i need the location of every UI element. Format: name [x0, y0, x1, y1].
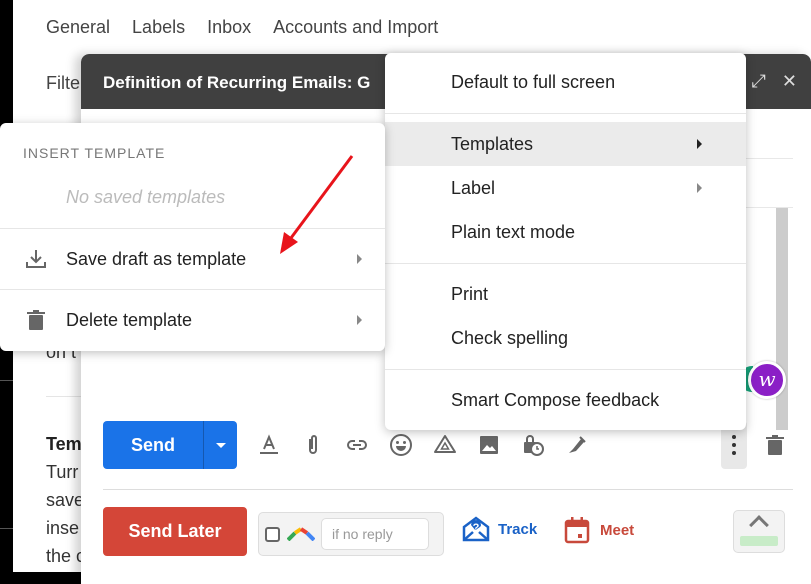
menu-divider	[385, 263, 746, 264]
extension-badge-icon[interactable]: w	[748, 361, 786, 399]
calendar-icon	[564, 517, 590, 544]
background-text: inse	[46, 518, 80, 538]
menu-item-label: Check spelling	[451, 327, 569, 348]
signature-icon[interactable]	[565, 433, 589, 457]
background-text: save	[46, 490, 85, 510]
chevron-up-icon	[749, 515, 769, 535]
drive-icon[interactable]	[433, 433, 457, 457]
insert-template-heading: INSERT TEMPLATE	[23, 145, 166, 161]
menu-item-label-submenu[interactable]: Label	[385, 166, 746, 210]
trash-icon	[27, 310, 45, 330]
tab-general[interactable]: General	[46, 17, 110, 38]
if-no-reply-checkbox[interactable]	[265, 526, 280, 542]
chevron-down-icon	[215, 442, 226, 448]
expand-panel-button[interactable]	[733, 510, 785, 553]
background-text: the c	[46, 546, 86, 566]
background-heading: Tem	[46, 434, 82, 454]
discard-draft-icon[interactable]	[763, 433, 787, 457]
more-options-menu: Default to full screen Templates Label P…	[385, 53, 746, 430]
templates-submenu: INSERT TEMPLATE No saved templates Save …	[0, 123, 385, 351]
menu-item-check-spelling[interactable]: Check spelling	[385, 316, 746, 360]
menu-item-plain-text-mode[interactable]: Plain text mode	[385, 210, 746, 254]
menu-item-label: Smart Compose feedback	[451, 389, 660, 410]
menu-item-smart-compose-feedback[interactable]: Smart Compose feedback	[385, 378, 746, 422]
submenu-arrow-icon	[357, 254, 362, 264]
settings-tabs: General Labels Inbox Accounts and Import	[46, 17, 438, 38]
compose-title: Definition of Recurring Emails: G	[103, 73, 371, 92]
menu-item-label: Templates	[451, 133, 534, 154]
menu-divider	[385, 369, 746, 370]
send-options-button[interactable]	[203, 421, 237, 469]
tab-labels[interactable]: Labels	[132, 17, 185, 38]
progress-bar	[740, 536, 778, 546]
menu-item-label: Default to full screen	[451, 71, 616, 92]
menu-item-label: Plain text mode	[451, 221, 576, 242]
menu-item-save-draft-as-template[interactable]: Save draft as template	[0, 229, 385, 289]
boomerang-if-no-reply: if no reply	[258, 512, 444, 556]
track-label: Track	[498, 520, 538, 538]
submenu-arrow-icon	[357, 315, 362, 325]
format-text-icon[interactable]	[257, 433, 281, 457]
link-icon[interactable]	[345, 433, 369, 457]
photo-icon[interactable]	[477, 433, 501, 457]
menu-item-label: Delete template	[66, 309, 193, 330]
emoji-icon[interactable]	[389, 433, 413, 457]
menu-item-print[interactable]: Print	[385, 272, 746, 316]
expand-icon[interactable]: ⤢	[752, 71, 766, 92]
track-envelope-icon: ?	[462, 516, 490, 542]
svg-text:?: ?	[473, 522, 480, 534]
send-later-button[interactable]: Send Later	[103, 507, 247, 556]
meet-label: Meet	[600, 521, 635, 539]
if-no-reply-input[interactable]: if no reply	[321, 518, 429, 550]
attach-icon[interactable]	[301, 433, 325, 457]
toolbar-divider	[103, 489, 793, 490]
menu-item-delete-template[interactable]: Delete template	[0, 290, 385, 350]
meet-button[interactable]: Meet	[564, 516, 634, 544]
boomerang-icon	[287, 527, 315, 541]
confidential-mode-icon[interactable]	[521, 433, 545, 457]
menu-item-default-full-screen[interactable]: Default to full screen	[385, 60, 746, 104]
left-edge-divider	[0, 528, 13, 529]
scrollbar[interactable]	[776, 208, 788, 430]
tab-inbox[interactable]: Inbox	[207, 17, 251, 38]
no-templates-text: No saved templates	[66, 187, 226, 207]
close-icon[interactable]: ✕	[782, 71, 797, 92]
menu-item-label: Save draft as template	[66, 248, 247, 269]
track-button[interactable]: ? Track	[462, 516, 537, 542]
left-edge-divider	[0, 380, 13, 381]
menu-divider	[385, 113, 746, 114]
send-button[interactable]: Send	[103, 421, 203, 469]
tab-accounts-import[interactable]: Accounts and Import	[273, 17, 438, 38]
menu-item-templates[interactable]: Templates	[385, 122, 746, 166]
submenu-arrow-icon	[697, 183, 702, 193]
download-icon	[26, 250, 46, 268]
submenu-arrow-icon	[697, 139, 702, 149]
menu-item-label: Print	[451, 283, 489, 304]
menu-item-label: Label	[451, 177, 496, 198]
tab-filters[interactable]: Filte	[46, 73, 80, 94]
background-text: Turr	[46, 462, 79, 482]
